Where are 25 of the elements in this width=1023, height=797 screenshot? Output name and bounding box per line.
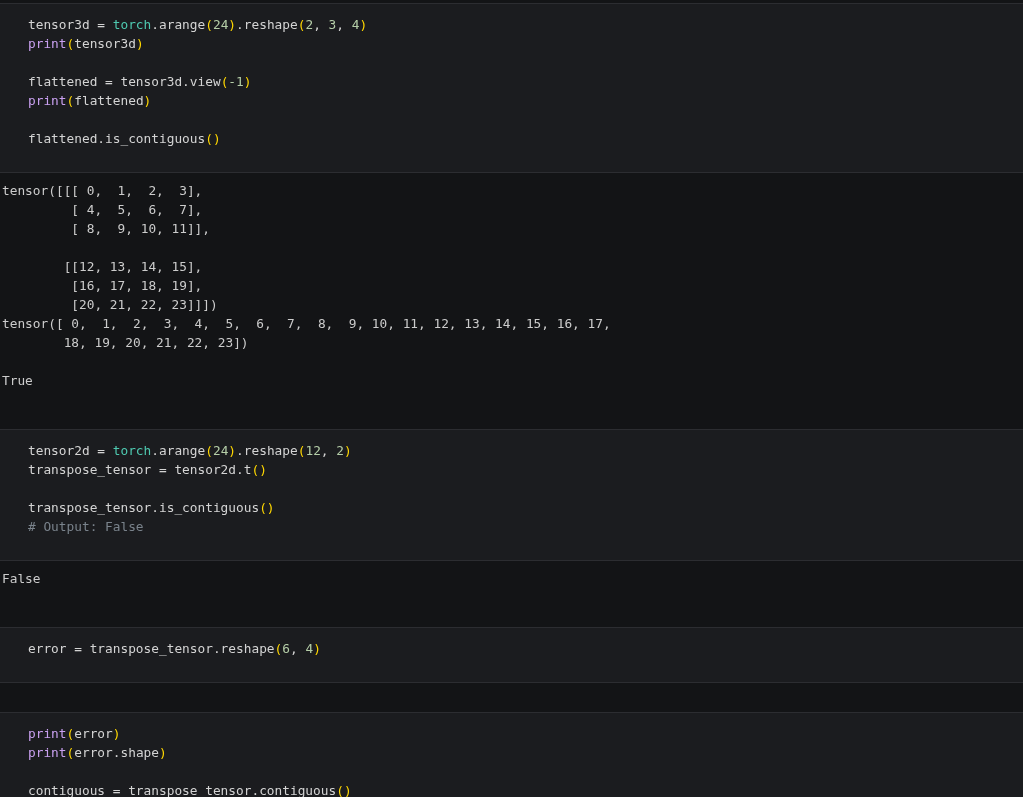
code-line: tensor3d = torch.arange(24).reshape(2, 3, 4) — [28, 16, 368, 34]
code-line: print(error.shape) — [28, 744, 167, 762]
output-line: [20, 21, 22, 23]]]) — [70, 296, 218, 314]
code-cell[interactable]: error = transpose_tensor.reshape(6, 4) — [0, 627, 1023, 682]
output-line: [ 4, 5, 6, 7], — [70, 201, 203, 219]
code-line: print(flattened) — [28, 92, 152, 110]
code-line: flattened = tensor3d.view(-1) — [28, 73, 252, 91]
output-line: [[12, 13, 14, 15], — [62, 258, 203, 276]
code-cell[interactable]: tensor2d = torch.arange(24).reshape(12, 2) transpose_tensor = tensor2d.t() transpose_tensor.is_contiguous() # Output: False — [0, 429, 1023, 560]
output-line: False — [2, 570, 41, 588]
code-line: print(tensor3d) — [28, 35, 144, 53]
code-line: # Output: False — [28, 518, 144, 536]
output-line: tensor([ 0, 1, 2, 3, 4, 5, 6, 7, 8, 9, 10, 11, 12, 13, 14, 15, 16, 17, — [2, 315, 611, 333]
code-line: tensor2d = torch.arange(24).reshape(12, 2) — [28, 442, 352, 460]
code-cell[interactable]: tensor3d = torch.arange(24).reshape(2, 3, 4) print(tensor3d) flattened = tensor3d.view(-1) print(flattened) flattened.is_contiguous() — [0, 3, 1023, 172]
code-line: error = transpose_tensor.reshape(6, 4) — [28, 640, 321, 658]
output-line: [16, 17, 18, 19], — [70, 277, 203, 295]
code-line: transpose_tensor.is_contiguous() — [28, 499, 275, 517]
code-line: transpose_tensor = tensor2d.t() — [28, 461, 267, 479]
output-line: 18, 19, 20, 21, 22, 23]) — [62, 334, 249, 352]
output-line: [ 8, 9, 10, 11]], — [70, 220, 211, 238]
code-line: flattened.is_contiguous() — [28, 130, 221, 148]
output-line: True — [2, 372, 33, 390]
code-line: print(error) — [28, 725, 121, 743]
output-line: tensor([[[ 0, 1, 2, 3], — [2, 182, 203, 200]
